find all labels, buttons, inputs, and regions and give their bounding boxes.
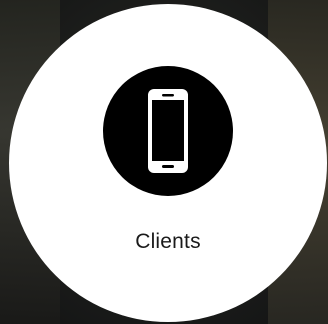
tile-label: Clients <box>135 230 201 253</box>
smartphone-icon <box>148 89 188 173</box>
icon-badge <box>103 66 233 196</box>
clients-tile-button[interactable]: Clients <box>9 4 327 322</box>
